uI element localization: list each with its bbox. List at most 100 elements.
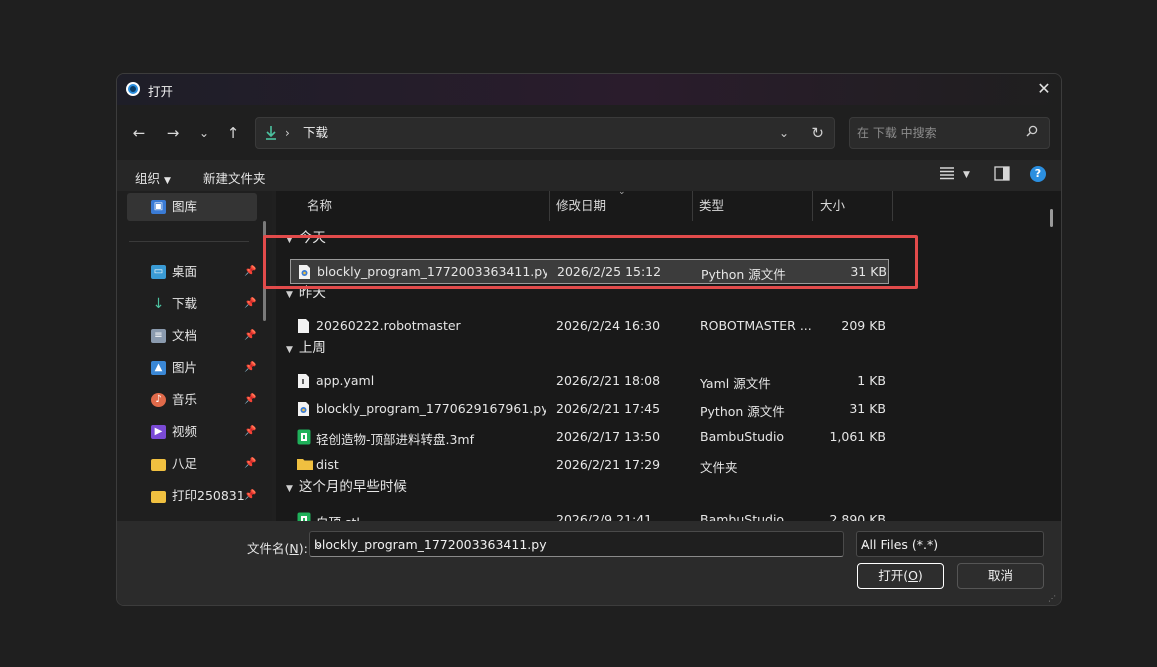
folder-icon: [151, 491, 166, 503]
group-header-earlier-this-month[interactable]: ▼ 这个月的早些时候: [286, 476, 407, 498]
breadcrumb-location[interactable]: 下载: [303, 125, 328, 141]
navigation-pane: ▣ 图库 ▭ 桌面 📌 ↓ 下载 📌 ≡ 文档 📌 ▲ 图片 📌 ♪ 音乐 📌: [117, 191, 272, 521]
pin-icon[interactable]: 📌: [244, 354, 256, 382]
folder-icon: [151, 459, 166, 471]
forward-button[interactable]: →: [162, 122, 184, 144]
file-modified: 2026/2/21 17:45: [556, 401, 661, 416]
column-divider[interactable]: [692, 191, 693, 221]
file-type: Yaml 源文件: [700, 376, 771, 391]
file-row[interactable]: blockly_program_1770629167961.py 2026/2/2…: [290, 397, 889, 422]
pin-icon[interactable]: 📌: [244, 386, 256, 414]
chevron-down-icon: ▼: [286, 345, 293, 355]
file-modified: 2026/2/21 17:29: [556, 457, 661, 472]
search-icon[interactable]: [1026, 125, 1038, 137]
python-file-icon: [297, 401, 310, 417]
open-button[interactable]: 打开(O): [857, 563, 944, 589]
blank-file-icon: [297, 318, 310, 334]
open-file-dialog: 打开 ✕ ← → ⌄ ↑ › 下载 ⌄ ↻ 组织▼ 新建文件夹 ▼: [116, 73, 1062, 606]
column-header-modified[interactable]: 修改日期: [556, 191, 606, 221]
column-header-name[interactable]: 名称: [307, 191, 332, 221]
file-modified: 2026/2/17 13:50: [556, 429, 661, 444]
file-type-filter[interactable]: All Files (*.*) ⌄: [856, 531, 1044, 557]
file-size: 31 KB: [849, 401, 886, 416]
file-name-label: 文件名(N):: [247, 541, 308, 556]
chevron-down-icon: ⌄: [861, 537, 871, 550]
title-bar: 打开 ✕: [117, 74, 1061, 105]
file-name: blockly_program_1770629167961.py: [316, 401, 546, 416]
bambu-file-icon: [297, 429, 311, 445]
pin-icon[interactable]: 📌: [244, 450, 256, 478]
recent-locations-button[interactable]: ⌄: [193, 122, 215, 144]
file-name: blockly_program_1772003363411.py: [317, 264, 547, 279]
file-name-panel: 文件名(N): blockly_program_1772003363411.py…: [117, 521, 1061, 605]
sidebar-item-pictures[interactable]: ▲ 图片 📌: [127, 354, 257, 382]
search-box[interactable]: [849, 117, 1050, 149]
sort-indicator-icon: ⌄: [618, 187, 626, 197]
cancel-button[interactable]: 取消: [957, 563, 1044, 589]
column-header-type[interactable]: 类型: [699, 191, 724, 221]
file-modified: 2026/2/21 18:08: [556, 373, 661, 388]
file-row[interactable]: blockly_program_1772003363411.py 2026/2/2…: [290, 259, 889, 284]
document-icon: ≡: [151, 329, 166, 343]
file-name: 20260222.robotmaster: [316, 318, 461, 333]
dialog-title: 打开: [148, 84, 174, 99]
sidebar-item-folder-print[interactable]: 打印250831 📌: [127, 482, 257, 510]
column-divider[interactable]: [549, 191, 550, 221]
sidebar-item-music[interactable]: ♪ 音乐 📌: [127, 386, 257, 414]
gallery-icon: ▣: [151, 200, 166, 214]
view-options-button[interactable]: ▼: [939, 166, 970, 183]
group-header-yesterday[interactable]: ▼ 昨天: [286, 282, 326, 304]
sidebar-item-videos[interactable]: ▶ 视频 📌: [127, 418, 257, 446]
command-toolbar: 组织 ▼ 新建文件夹 ▼ ?: [117, 160, 1061, 191]
pin-icon[interactable]: 📌: [244, 482, 256, 510]
file-name-input[interactable]: blockly_program_1772003363411.py ⌄: [309, 531, 844, 557]
up-button[interactable]: ↑: [222, 122, 244, 144]
sidebar-divider: [129, 241, 249, 242]
video-icon: ▶: [151, 425, 166, 439]
pin-icon[interactable]: 📌: [244, 418, 256, 446]
organize-menu[interactable]: 组织 ▼: [135, 168, 171, 187]
close-button[interactable]: ✕: [1033, 78, 1055, 100]
file-list-scrollbar[interactable]: [1050, 209, 1053, 227]
refresh-icon[interactable]: ↻: [811, 124, 824, 142]
list-view-icon: [940, 167, 954, 180]
preview-pane-button[interactable]: [994, 166, 1010, 184]
group-header-last-week[interactable]: ▼ 上周: [286, 337, 326, 359]
column-header-size[interactable]: 大小: [820, 191, 845, 221]
pin-icon[interactable]: 📌: [244, 322, 256, 350]
new-folder-button[interactable]: 新建文件夹: [203, 168, 266, 187]
sidebar-item-downloads[interactable]: ↓ 下载 📌: [127, 290, 257, 318]
back-button[interactable]: ←: [128, 122, 150, 144]
file-type: BambuStudio: [700, 429, 785, 444]
file-row[interactable]: dist 2026/2/21 17:29 文件夹: [290, 453, 889, 478]
sidebar-item-documents[interactable]: ≡ 文档 📌: [127, 322, 257, 350]
file-name: 轻创造物-顶部进料转盘.3mf: [316, 432, 475, 447]
resize-grip-icon[interactable]: ⋰: [1048, 594, 1058, 604]
music-icon: ♪: [151, 393, 166, 407]
column-divider[interactable]: [812, 191, 813, 221]
yaml-file-icon: [297, 373, 310, 389]
help-icon: ?: [1030, 166, 1046, 182]
group-header-today[interactable]: ▼ 今天: [286, 227, 326, 249]
sidebar-item-gallery[interactable]: ▣ 图库: [127, 193, 257, 221]
chevron-down-icon[interactable]: ⌄: [314, 537, 837, 550]
pin-icon[interactable]: 📌: [244, 258, 256, 286]
sidebar-item-desktop[interactable]: ▭ 桌面 📌: [127, 258, 257, 286]
desktop-icon: ▭: [151, 265, 166, 279]
sidebar-item-folder-bazu[interactable]: 八足 📌: [127, 450, 257, 478]
help-button[interactable]: ?: [1030, 166, 1046, 182]
address-bar[interactable]: › 下载 ⌄ ↻: [255, 117, 835, 149]
file-row[interactable]: 20260222.robotmaster 2026/2/24 16:30 ROBOT…: [290, 314, 889, 339]
address-dropdown-icon[interactable]: ⌄: [779, 125, 789, 141]
file-type: Python 源文件: [700, 404, 785, 419]
caret-down-icon: ▼: [164, 176, 171, 186]
file-row[interactable]: 轻创造物-顶部进料转盘.3mf 2026/2/17 13:50 BambuStudi…: [290, 425, 889, 450]
file-modified: 2026/2/24 16:30: [556, 318, 661, 333]
pin-icon[interactable]: 📌: [244, 290, 256, 318]
file-row[interactable]: app.yaml 2026/2/21 18:08 Yaml 源文件 1 KB: [290, 369, 889, 394]
search-input[interactable]: [857, 124, 1017, 142]
sidebar-scrollbar[interactable]: [263, 221, 266, 321]
file-size: 209 KB: [841, 318, 886, 333]
column-divider[interactable]: [892, 191, 893, 221]
download-icon: [264, 125, 278, 141]
